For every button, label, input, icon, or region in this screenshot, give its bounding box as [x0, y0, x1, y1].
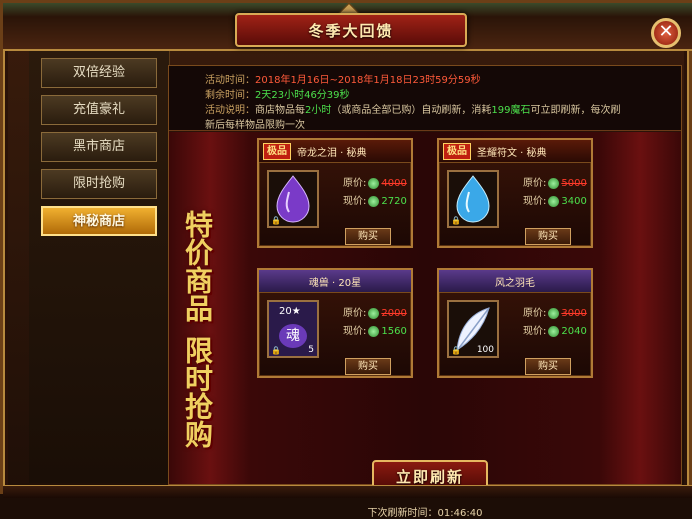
coin-icon: [368, 177, 380, 189]
remaining-time-label: 剩余时间：: [205, 90, 255, 101]
banner-line-1: 特价商品: [181, 210, 214, 322]
buy-button[interactable]: 购买: [525, 358, 571, 375]
coin-icon: [368, 325, 380, 337]
current-price: 现价: 2040: [523, 322, 587, 337]
mystery-shop-panel: 活动时间：2018年1月16日~2018年1月18日23时59分59秒 剩余时间…: [168, 65, 682, 519]
item-name: 帝龙之泪 · 秘典: [297, 148, 367, 159]
current-price: 现价: 2720: [343, 192, 407, 207]
card-header: 极品 帝龙之泪 · 秘典: [259, 140, 411, 163]
original-price-value: 2000: [381, 308, 407, 319]
buy-button[interactable]: 购买: [345, 228, 391, 245]
rarity-tag: 极品: [263, 143, 291, 160]
refresh-interval: 2小时: [305, 105, 332, 116]
sidebar-item-double-exp[interactable]: 双倍经验: [41, 58, 157, 88]
current-price-label: 现价:: [343, 326, 367, 337]
shop-item-card: 魂兽 · 20星 20★ 魂 🔒 5 原价: 2000 现价: 1560 购买: [257, 268, 413, 378]
item-slot[interactable]: 🔒 100: [447, 300, 499, 358]
promo-banner: 特价商品 限时抢购: [177, 210, 217, 448]
lock-icon: 🔒: [451, 216, 461, 225]
coin-icon: [368, 195, 380, 207]
coin-icon: [548, 195, 560, 207]
coin-icon: [548, 307, 560, 319]
next-refresh-label: 下次刷新时间：: [367, 508, 438, 519]
item-slot[interactable]: 🔒: [447, 170, 499, 228]
next-refresh-time: 下次刷新时间：01:46:40: [169, 504, 681, 519]
item-slot[interactable]: 🔒: [267, 170, 319, 228]
bottom-border: [3, 485, 692, 498]
original-price: 原价: 2000: [343, 304, 407, 319]
current-price-value: 1560: [381, 326, 407, 337]
original-price-label: 原价:: [343, 308, 367, 319]
lock-icon: 🔒: [451, 346, 461, 355]
description-text-3: 可立即刷新，每次刷: [530, 105, 621, 116]
description-text-4: 新后每样物品限购一次: [205, 120, 305, 131]
lock-icon: 🔒: [271, 346, 281, 355]
current-price-value: 2720: [381, 196, 407, 207]
item-quantity: 5: [308, 345, 314, 355]
remaining-time-row: 剩余时间：2天23小时46分39秒: [205, 88, 350, 103]
coin-icon: [548, 177, 560, 189]
refresh-cost: 199魔石: [491, 105, 531, 116]
event-time-value: 2018年1月16日~2018年1月18日23时59分59秒: [255, 75, 481, 86]
title-plate: 冬季大回馈: [235, 13, 467, 47]
soul-beast-icon: 魂: [279, 324, 307, 348]
description-label: 活动说明：: [205, 105, 255, 116]
shop-item-card: 风之羽毛 🔒 100 原价: 3000 现价: 2040 购买: [437, 268, 593, 378]
card-header: 魂兽 · 20星: [259, 270, 411, 293]
lock-icon: 🔒: [271, 216, 281, 225]
original-price-label: 原价:: [523, 308, 547, 319]
card-header: 风之羽毛: [439, 270, 591, 293]
current-price: 现价: 1560: [343, 322, 407, 337]
event-time-label: 活动时间：: [205, 75, 255, 86]
item-quantity: 100: [476, 345, 494, 355]
remaining-time-value: 2天23小时46分39秒: [255, 90, 350, 101]
card-header: 极品 圣耀符文 · 秘典: [439, 140, 591, 163]
original-price-value: 4000: [381, 178, 407, 189]
current-price-label: 现价:: [523, 196, 547, 207]
close-button[interactable]: ✕: [651, 18, 681, 48]
coin-icon: [548, 325, 560, 337]
event-window: 冬季大回馈 ✕ 双倍经验 充值豪礼 黑市商店 限时抢购 神秘商店 活动时间：20…: [0, 0, 692, 519]
star-level: 20★: [279, 306, 301, 317]
event-time-row: 活动时间：2018年1月16日~2018年1月18日23时59分59秒: [205, 73, 481, 88]
current-price: 现价: 3400: [523, 192, 587, 207]
next-refresh-value: 01:46:40: [437, 508, 483, 519]
description-text-1: 商店物品每: [255, 105, 305, 116]
sidebar-item-flash-sale[interactable]: 限时抢购: [41, 169, 157, 199]
item-slot[interactable]: 20★ 魂 🔒 5: [267, 300, 319, 358]
item-name: 风之羽毛: [495, 278, 535, 289]
original-price-value: 5000: [561, 178, 587, 189]
item-name: 圣耀符文 · 秘典: [477, 148, 547, 159]
original-price: 原价: 5000: [523, 174, 587, 189]
buy-button[interactable]: 购买: [345, 358, 391, 375]
current-price-label: 现价:: [523, 326, 547, 337]
window-title: 冬季大回馈: [308, 22, 394, 40]
original-price: 原价: 3000: [523, 304, 587, 319]
original-price-label: 原价:: [343, 178, 367, 189]
shop-stage: 特价商品 限时抢购 极品 帝龙之泪 · 秘典 🔒 原价: 4000 现价: 272: [169, 132, 681, 519]
original-price-label: 原价:: [523, 178, 547, 189]
coin-icon: [368, 307, 380, 319]
original-price: 原价: 4000: [343, 174, 407, 189]
buy-button[interactable]: 购买: [525, 228, 571, 245]
sidebar-item-black-market[interactable]: 黑市商店: [41, 132, 157, 162]
sidebar-nav: 双倍经验 充值豪礼 黑市商店 限时抢购 神秘商店: [41, 58, 159, 243]
shop-item-card: 极品 圣耀符文 · 秘典 🔒 原价: 5000 现价: 3400 购买: [437, 138, 593, 248]
current-price-value: 2040: [561, 326, 587, 337]
item-name: 魂兽 · 20星: [308, 278, 362, 289]
description-text-2: （或商品全部已购）自动刷新，消耗: [331, 105, 492, 116]
rarity-tag: 极品: [443, 143, 471, 160]
original-price-value: 3000: [561, 308, 587, 319]
current-price-label: 现价:: [343, 196, 367, 207]
event-info: 活动时间：2018年1月16日~2018年1月18日23时59分59秒 剩余时间…: [169, 66, 681, 131]
sidebar-item-mystery-shop[interactable]: 神秘商店: [41, 206, 157, 236]
sidebar-item-recharge-gift[interactable]: 充值豪礼: [41, 95, 157, 125]
description-row: 活动说明：商店物品每2小时（或商品全部已购）自动刷新，消耗199魔石可立即刷新，…: [205, 103, 671, 133]
current-price-value: 3400: [561, 196, 587, 207]
banner-line-2: 限时抢购: [181, 336, 214, 448]
title-bar: 冬季大回馈 ✕: [3, 2, 692, 51]
shop-item-card: 极品 帝龙之泪 · 秘典 🔒 原价: 4000 现价: 2720 购买: [257, 138, 413, 248]
